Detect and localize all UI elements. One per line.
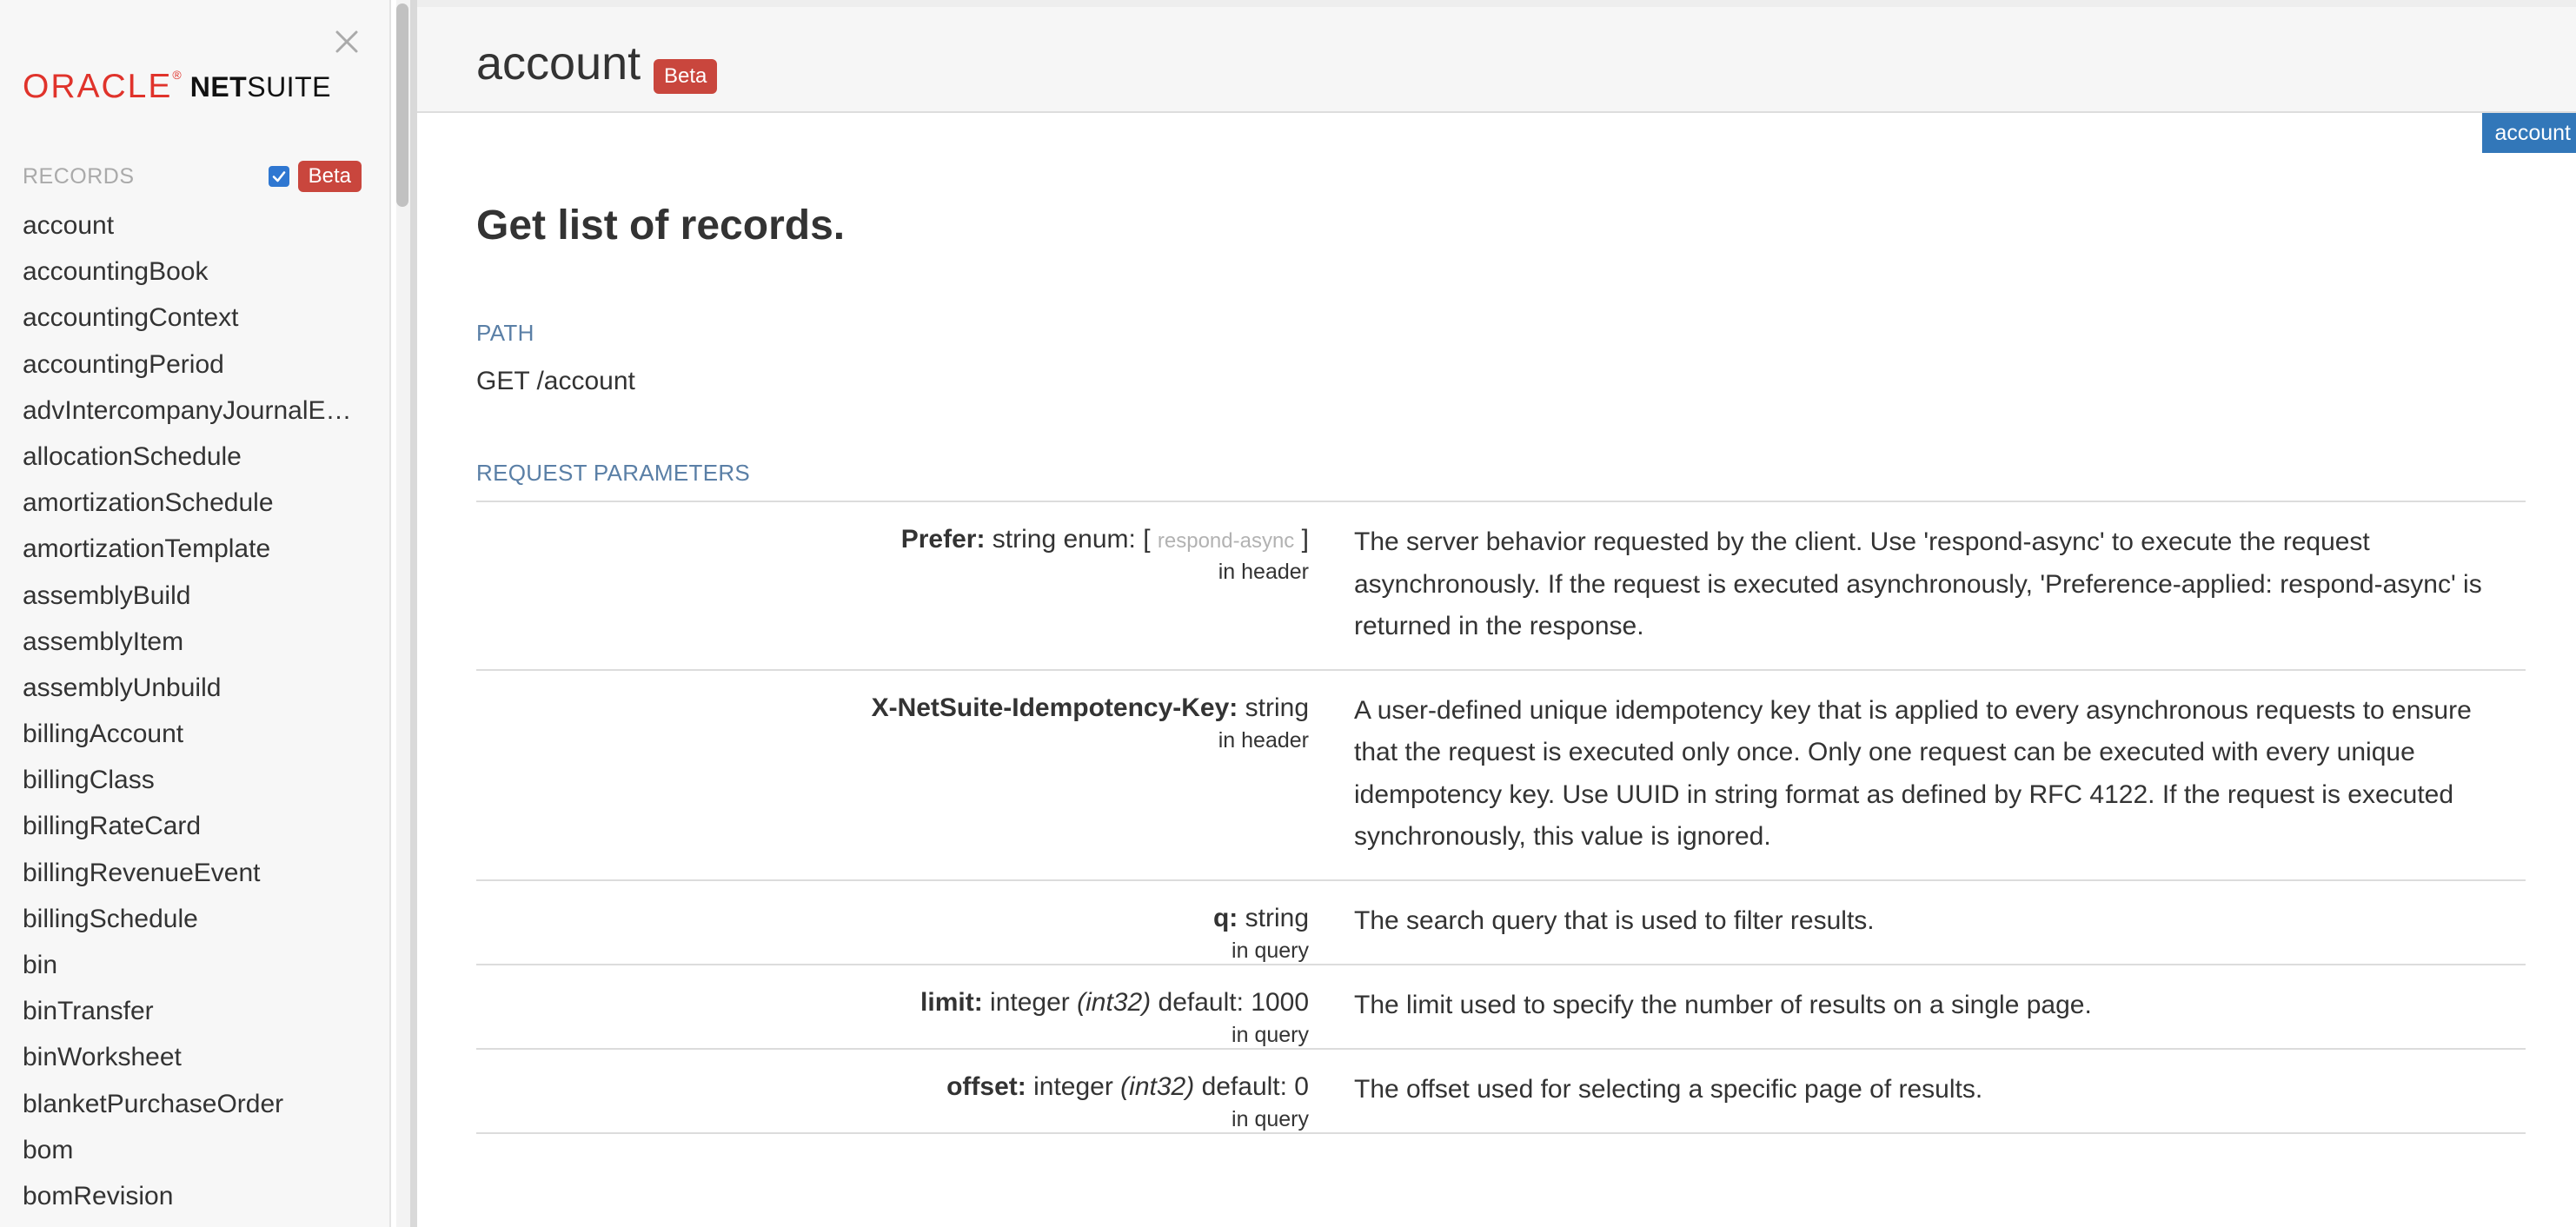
sidebar-item-accountingperiod[interactable]: accountingPeriod <box>0 346 365 392</box>
beta-badge: Beta <box>297 161 362 192</box>
records-label: RECORDS <box>23 163 135 189</box>
close-icon[interactable] <box>329 24 364 59</box>
checkmark-icon <box>272 171 285 182</box>
logo-registered-mark: ® <box>172 68 182 82</box>
param-location: in header <box>1218 727 1309 753</box>
records-header: RECORDS Beta <box>23 156 362 196</box>
sidebar-item-billingrevenueevent[interactable]: billingRevenueEvent <box>0 854 365 900</box>
beta-filter-checkbox[interactable] <box>268 166 289 187</box>
sidebar-item-bintransfer[interactable]: binTransfer <box>0 992 365 1038</box>
param-row-limit: limit: integer (int32) default: 1000 in … <box>476 965 2526 1050</box>
param-location: in query <box>1232 1106 1309 1131</box>
param-type: string <box>1245 903 1309 932</box>
parameters-table: Prefer: string enum: [ respond-async ] i… <box>476 501 2526 1134</box>
param-row-offset: offset: integer (int32) default: 0 in qu… <box>476 1050 2526 1134</box>
sidebar-item-bomrevision[interactable]: bomRevision <box>0 1177 365 1224</box>
tag-account-link[interactable]: account <box>2482 113 2576 153</box>
request-parameters-label: REQUEST PARAMETERS <box>476 460 751 486</box>
param-default: default: 1000 <box>1158 987 1309 1017</box>
param-description: The limit used to specify the number of … <box>1354 990 2092 1019</box>
logo-oracle-text: ORACLE <box>23 68 173 105</box>
sidebar-item-advintercompanyjournalentry[interactable]: advIntercompanyJournalE… <box>0 392 365 438</box>
page-header: account Beta <box>417 0 2576 113</box>
main-content: account Beta account Get list of records… <box>417 0 2576 1227</box>
operation-summary: Get list of records. <box>476 202 846 249</box>
param-name: q: <box>1212 903 1238 932</box>
page-title: account <box>476 37 641 90</box>
param-type: integer <box>1033 1071 1113 1101</box>
sidebar-item-assemblybuild[interactable]: assemblyBuild <box>0 577 365 623</box>
oracle-netsuite-logo[interactable]: ORACLE ® NETSUITE <box>23 68 331 106</box>
param-name: X-NetSuite-Idempotency-Key: <box>871 693 1238 722</box>
logo-netsuite-text: NETSUITE <box>189 70 331 103</box>
sidebar-item-accountingbook[interactable]: accountingBook <box>0 253 365 299</box>
param-signature: offset: integer (int32) default: 0 in qu… <box>476 1050 1309 1132</box>
param-signature: Prefer: string enum: [ respond-async ] i… <box>476 502 1309 669</box>
header-beta-badge-wrap: Beta <box>654 59 718 94</box>
sidebar-item-billingaccount[interactable]: billingAccount <box>0 715 365 761</box>
param-type-end: ] <box>1301 525 1309 554</box>
path-label: PATH <box>476 320 534 346</box>
sidebar-item-accountingcontext[interactable]: accountingContext <box>0 299 365 345</box>
records-list: account accountingBook accountingContext… <box>0 207 389 1224</box>
sidebar-item-bom[interactable]: bom <box>0 1131 365 1177</box>
param-description: The offset used for selecting a specific… <box>1354 1074 1983 1104</box>
sidebar-divider <box>410 0 417 1227</box>
sidebar-item-billingschedule[interactable]: billingSchedule <box>0 900 365 946</box>
param-row-prefer: Prefer: string enum: [ respond-async ] i… <box>476 502 2526 671</box>
sidebar-item-assemblyunbuild[interactable]: assemblyUnbuild <box>0 669 365 715</box>
param-name: Prefer: <box>900 525 986 554</box>
param-description: A user-defined unique idempotency key th… <box>1354 695 2472 852</box>
sidebar-item-billingclass[interactable]: billingClass <box>0 761 365 807</box>
sidebar-item-billingratecard[interactable]: billingRateCard <box>0 807 365 853</box>
param-type: integer <box>990 987 1070 1017</box>
param-signature: q: string in query <box>476 881 1309 964</box>
param-type: string <box>1245 693 1309 722</box>
param-enum-value: respond-async <box>1157 529 1295 553</box>
sidebar-item-binworksheet[interactable]: binWorksheet <box>0 1038 365 1084</box>
param-location: in query <box>1232 1022 1309 1047</box>
endpoint-path: GET /account <box>476 367 635 395</box>
param-description: The server behavior requested by the cli… <box>1354 527 2482 640</box>
param-default: default: 0 <box>1201 1071 1309 1101</box>
param-location: in query <box>1232 938 1309 963</box>
param-location: in header <box>1218 560 1309 584</box>
sidebar-item-blanketpurchaseorder[interactable]: blanketPurchaseOrder <box>0 1085 365 1131</box>
param-name: limit: <box>920 987 983 1017</box>
param-name: offset: <box>946 1071 1026 1101</box>
sidebar-item-account[interactable]: account <box>0 207 365 253</box>
sidebar-item-assemblyitem[interactable]: assemblyItem <box>0 623 365 669</box>
sidebar-scrollbar-thumb[interactable] <box>396 3 408 207</box>
param-row-idempotency-key: X-NetSuite-Idempotency-Key: string in he… <box>476 671 2526 881</box>
beta-badge: Beta <box>654 59 718 94</box>
sidebar-item-amortizationschedule[interactable]: amortizationSchedule <box>0 484 365 530</box>
param-row-q: q: string in query The search query that… <box>476 881 2526 965</box>
param-signature: limit: integer (int32) default: 1000 in … <box>476 965 1309 1048</box>
param-signature: X-NetSuite-Idempotency-Key: string in he… <box>476 671 1309 879</box>
param-description: The search query that is used to filter … <box>1354 905 1875 935</box>
sidebar-item-allocationschedule[interactable]: allocationSchedule <box>0 438 365 484</box>
param-type: string enum: [ <box>992 525 1151 554</box>
param-format: (int32) <box>1077 987 1152 1017</box>
param-format: (int32) <box>1120 1071 1195 1101</box>
sidebar-item-amortizationtemplate[interactable]: amortizationTemplate <box>0 530 365 576</box>
sidebar-item-bin[interactable]: bin <box>0 946 365 992</box>
sidebar: ORACLE ® NETSUITE RECORDS Beta account a… <box>0 0 391 1227</box>
